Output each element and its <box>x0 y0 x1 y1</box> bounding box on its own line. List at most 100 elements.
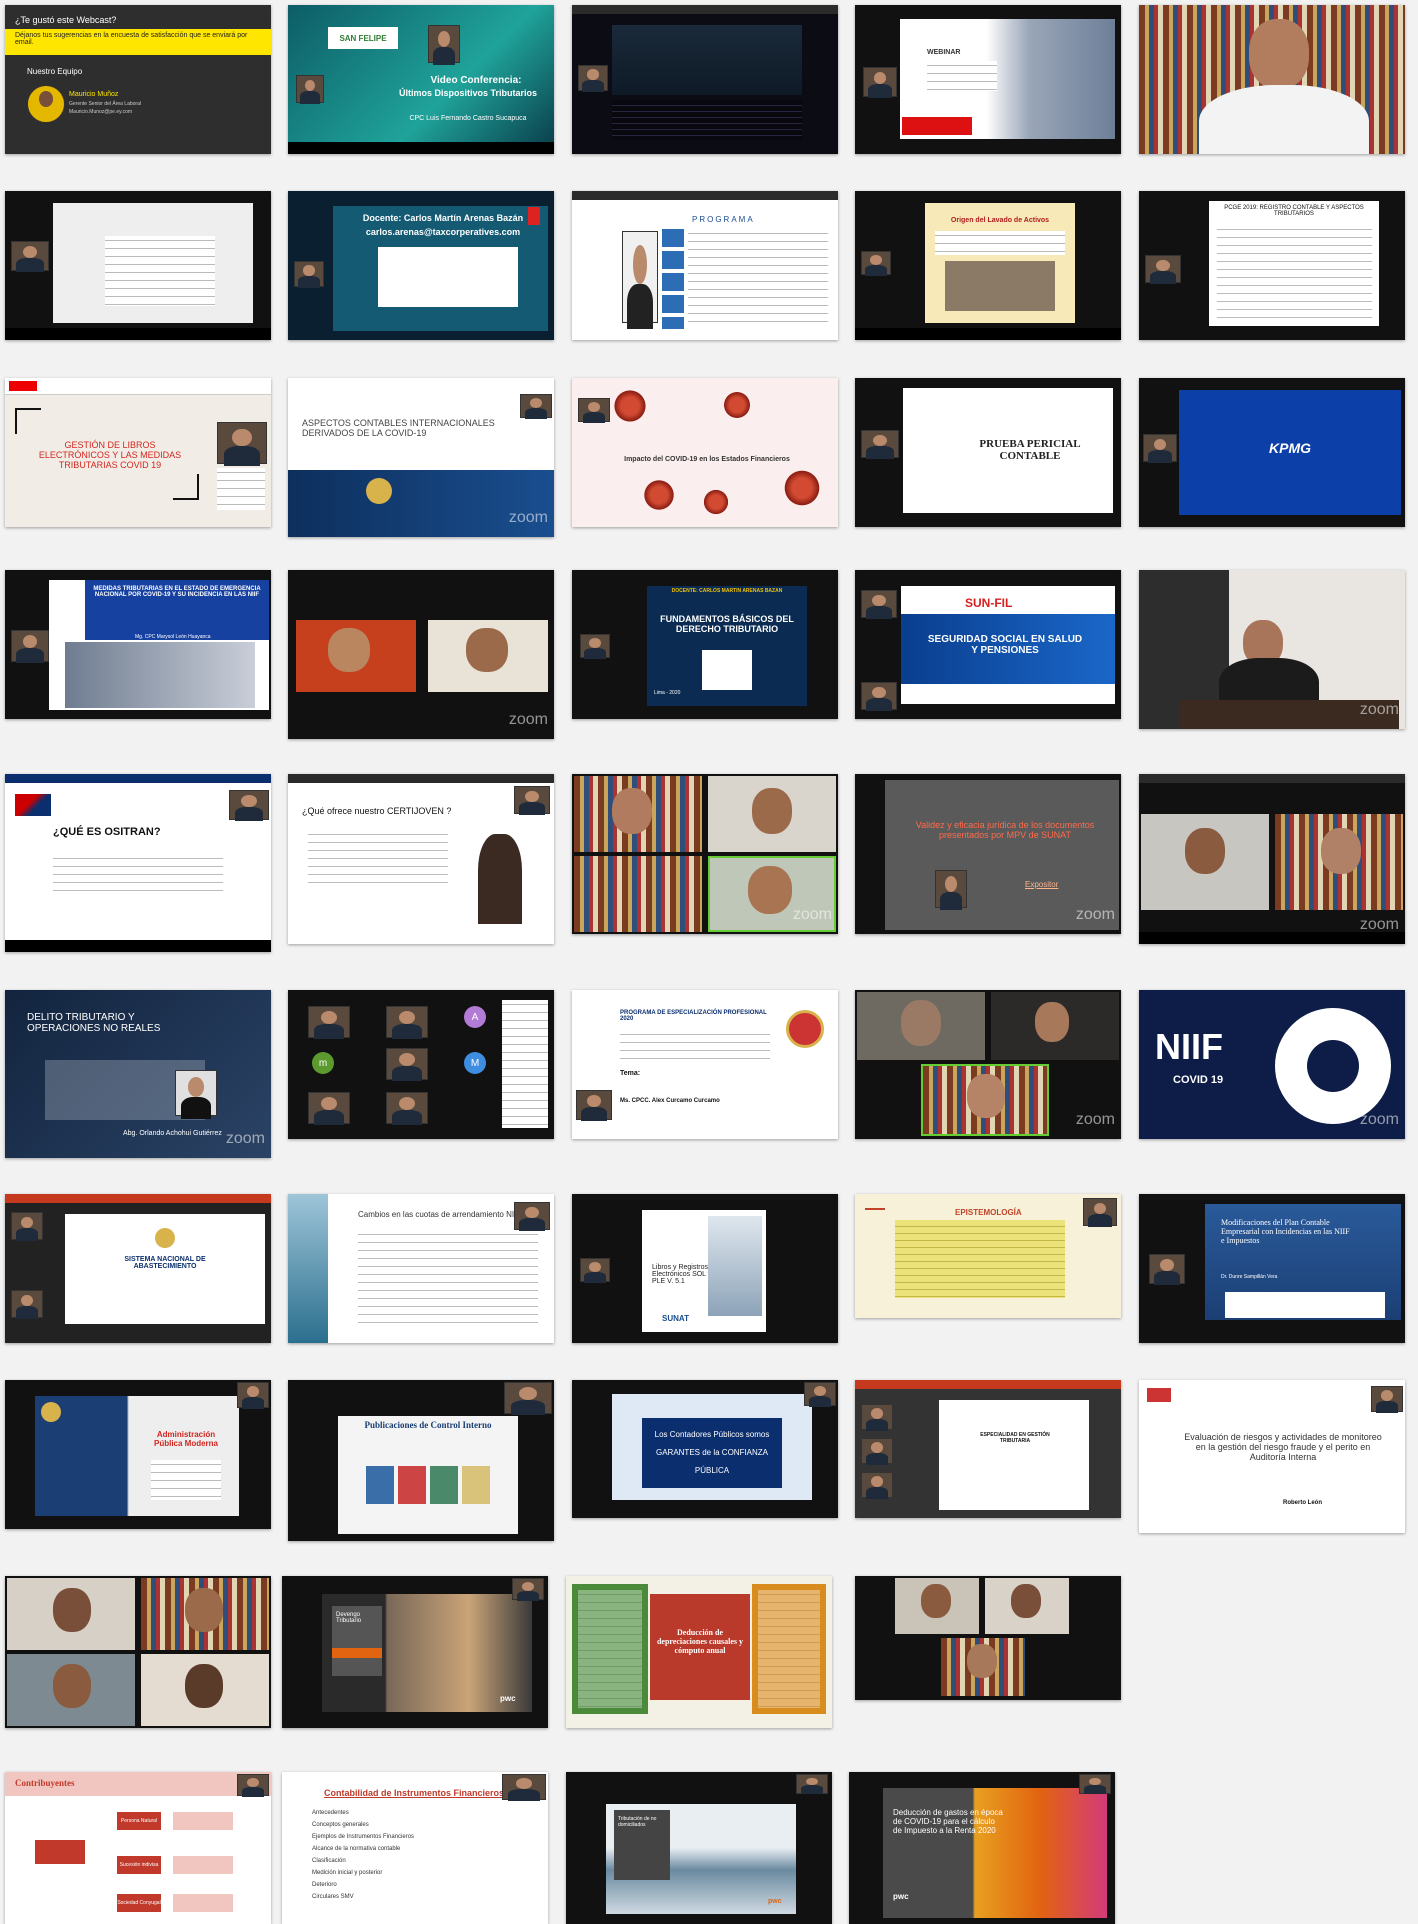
thumb-certijoven[interactable]: ¿Qué ofrece nuestro CERTIJOVEN ? <box>288 774 554 944</box>
thumb-admin-publica[interactable]: Administración Pública Moderna <box>5 1380 271 1529</box>
thumb-aspectos-contables[interactable]: ASPECTOS CONTABLES INTERNACIONALES DERIV… <box>288 378 554 537</box>
webcast-survey: Déjanos tus sugerencias en la encuesta d… <box>5 29 271 55</box>
thumb-medidas-tributarias[interactable]: MEDIDAS TRIBUTARIAS EN EL ESTADO DE EMER… <box>5 570 271 719</box>
thumb-speaker-library[interactable] <box>1139 5 1405 154</box>
thumb-gallery-four-b[interactable] <box>5 1576 271 1728</box>
thumb-validez[interactable]: Validez y eficacia jurídica de los docum… <box>855 774 1121 934</box>
ositran-title: ¿QUÉ ES OSITRAN? <box>53 826 161 838</box>
fundamentos-docente: DOCENTE: CARLOS MARTIN ARENAS BAZAN <box>671 588 783 594</box>
plan-title: Modificaciones del Plan Contable Empresa… <box>1221 1218 1350 1245</box>
thumb-especializacion[interactable]: PROGRAMA DE ESPECIALIZACIÓN PROFESIONAL … <box>572 990 838 1139</box>
thumb-gallery-grid[interactable]: A m M <box>288 990 554 1139</box>
thumb-zoom-two-speakers[interactable]: zoom <box>288 570 554 739</box>
instrumentos-item: Conceptos generales <box>312 1822 369 1828</box>
validez-title: Validez y eficacia jurídica de los docum… <box>915 820 1095 840</box>
riesgos-title: Evaluación de riesgos y actividades de m… <box>1184 1432 1382 1462</box>
devengo-title: Devengo Tributario <box>336 1612 362 1624</box>
pwc-logo: pwc <box>768 1898 782 1905</box>
webcast-name: Mauricio Muñoz <box>69 91 119 98</box>
contadores-title: Los Contadores Públicos somos GARANTES d… <box>654 1430 770 1475</box>
instrumentos-item: Clasificación <box>312 1858 346 1864</box>
pwc-logo: pwc <box>500 1694 516 1703</box>
thumb-fundamentos[interactable]: DOCENTE: CARLOS MARTIN ARENAS BAZAN FUND… <box>572 570 838 719</box>
admin-title: Administración Pública Moderna <box>153 1430 218 1448</box>
avatar: M <box>464 1052 486 1074</box>
riesgos-author: Roberto León <box>1283 1500 1322 1506</box>
seguridad-title: SEGURIDAD SOCIAL EN SALUD Y PENSIONES <box>927 634 1083 656</box>
sunat-logo: SUNAT <box>662 1314 689 1323</box>
thumb-webinar[interactable]: WEBINAR <box>855 5 1121 154</box>
thumb-prueba-pericial[interactable]: PRUEBA PERICIAL CONTABLE <box>855 378 1121 527</box>
thumb-gallery-two[interactable]: zoom <box>1139 774 1405 944</box>
impacto-title: Impacto del COVID-19 en los Estados Fina… <box>624 456 790 463</box>
instrumentos-item: Alcance de la normativa contable <box>312 1846 401 1852</box>
thumb-programa[interactable]: PROGRAMA <box>572 191 838 340</box>
thumb-contadores[interactable]: Los Contadores Públicos somos GARANTES d… <box>572 1380 838 1518</box>
thumb-gallery-four[interactable]: zoom <box>572 774 838 934</box>
thumb-pcge[interactable]: PCGE 2019: REGISTRO CONTABLE Y ASPECTOS … <box>1139 191 1405 340</box>
docente-name: Docente: Carlos Martín Arenas Bazán <box>362 213 524 223</box>
thumb-trading-screen[interactable] <box>572 5 838 154</box>
thumb-gestion-tributaria[interactable]: ESPECIALIDAD EN GESTIÓN TRIBUTARIA <box>855 1380 1121 1518</box>
programa-title: PROGRAMA <box>692 215 755 224</box>
thumb-webcast[interactable]: ¿Te gustó este Webcast? Déjanos tus suge… <box>5 5 271 154</box>
speaker-photo <box>428 25 460 65</box>
kpmg-logo: KPMG <box>1269 440 1311 456</box>
thumb-riesgos[interactable]: Evaluación de riesgos y actividades de m… <box>1139 1380 1405 1533</box>
thumb-document-share[interactable] <box>5 191 271 340</box>
thumb-libros-ple[interactable]: Libros y Registros Electrónicos SOL y PL… <box>572 1194 838 1343</box>
thumb-deduccion-depreciaciones[interactable]: Deducción de depreciaciones causales y c… <box>566 1576 832 1728</box>
thumb-seguridad-social[interactable]: SUN-FIL SEGURIDAD SOCIAL EN SALUD Y PENS… <box>855 570 1121 719</box>
webcast-email: Mauricio.Munoz@pe.ey.com <box>69 109 133 115</box>
gestion-title: ESPECIALIDAD EN GESTIÓN TRIBUTARIA <box>980 1432 1050 1444</box>
avatar: m <box>312 1052 334 1074</box>
instrumentos-item: Circulares SMV <box>312 1894 354 1900</box>
ple-title: Libros y Registros Electrónicos SOL y PL… <box>652 1264 712 1285</box>
thumb-instrumentos[interactable]: Contabilidad de Instrumentos Financieros… <box>282 1772 548 1924</box>
pwc-logo: pwc <box>893 1892 909 1901</box>
avatar <box>27 85 65 123</box>
tributacion-title: Tributación de no domiciliados <box>618 1816 657 1828</box>
medidas-title: MEDIDAS TRIBUTARIAS EN EL ESTADO DE EMER… <box>93 586 261 598</box>
niif-title: NIIF <box>1155 1026 1223 1067</box>
thumb-kpmg[interactable]: KPMG <box>1139 378 1405 527</box>
contrib-n2: Sucesión indivisa <box>117 1856 161 1874</box>
instrumentos-item: Ejemplos de Instrumentos Financieros <box>312 1834 415 1840</box>
thumb-lavado[interactable]: Origen del Lavado de Activos <box>855 191 1121 340</box>
sunfil-logo: SUN-FIL <box>965 596 1013 610</box>
thumb-video-conferencia[interactable]: SAN FELIPE Video Conferencia: Últimos Di… <box>288 5 554 154</box>
thumb-delito[interactable]: DELITO TRIBUTARIO Y OPERACIONES NO REALE… <box>5 990 271 1158</box>
thumb-arrendamiento[interactable]: Cambios en las cuotas de arrendamiento N… <box>288 1194 554 1343</box>
thumb-gallery-three-b[interactable] <box>855 1576 1121 1700</box>
thumb-docente[interactable]: Docente: Carlos Martín Arenas Bazán carl… <box>288 191 554 340</box>
thumb-epistemologia[interactable]: EPISTEMOLOGÍA <box>855 1194 1121 1318</box>
niif-sub: COVID 19 <box>1173 1074 1224 1086</box>
thumb-tributacion[interactable]: Tributación de no domiciliados pwc <box>566 1772 832 1924</box>
certijoven-title: ¿Qué ofrece nuestro CERTIJOVEN ? <box>302 806 452 816</box>
instrumentos-title: Contabilidad de Instrumentos Financieros <box>324 1788 505 1798</box>
thumb-impacto-covid[interactable]: Impacto del COVID-19 en los Estados Fina… <box>572 378 838 527</box>
thumb-control-interno[interactable]: Publicaciones de Control Interno <box>288 1380 554 1541</box>
thumb-plan-contable[interactable]: Modificaciones del Plan Contable Empresa… <box>1139 1194 1405 1343</box>
gastos-title: Deducción de gastos en época de COVID-19… <box>893 1808 1003 1835</box>
delito-title: DELITO TRIBUTARIO Y OPERACIONES NO REALE… <box>27 1012 161 1034</box>
thumb-abastecimiento[interactable]: SISTEMA NACIONAL DE ABASTECIMIENTO <box>5 1194 271 1343</box>
thumb-gallery-three[interactable]: zoom <box>855 990 1121 1139</box>
deduccion-title: Deducción de depreciaciones causales y c… <box>656 1628 744 1655</box>
instrumentos-item: Medición inicial y posterior <box>312 1870 383 1876</box>
thumb-gastos-covid[interactable]: Deducción de gastos en época de COVID-19… <box>849 1772 1115 1924</box>
abastecimiento-title: SISTEMA NACIONAL DE ABASTECIMIENTO <box>124 1256 206 1270</box>
aspectos-title: ASPECTOS CONTABLES INTERNACIONALES DERIV… <box>302 418 495 438</box>
control-title: Publicaciones de Control Interno <box>364 1420 492 1430</box>
pcge-title: PCGE 2019: REGISTRO CONTABLE Y ASPECTOS … <box>1224 205 1364 217</box>
fundamentos-place: Lima - 2020 <box>654 690 681 696</box>
thumb-niif[interactable]: NIIF COVID 19 zoom <box>1139 990 1405 1139</box>
thumb-contribuyentes[interactable]: Contribuyentes Persona Natural Sucesión … <box>5 1772 271 1924</box>
avatar: A <box>464 1006 486 1028</box>
thumb-libros-electronicos[interactable]: GESTIÓN DE LIBROS ELECTRÓNICOS Y LAS MED… <box>5 378 271 527</box>
docente-email: carlos.arenas@taxcorperatives.com <box>365 227 521 237</box>
thumb-ositran[interactable]: ¿QUÉ ES OSITRAN? zoom <box>5 774 271 952</box>
thumb-speaker-desk[interactable]: zoom <box>1139 570 1405 729</box>
plan-author: Dr. Dunre Sampillán Vera <box>1221 1274 1278 1280</box>
thumb-devengo[interactable]: Devengo Tributario pwc <box>282 1576 548 1728</box>
